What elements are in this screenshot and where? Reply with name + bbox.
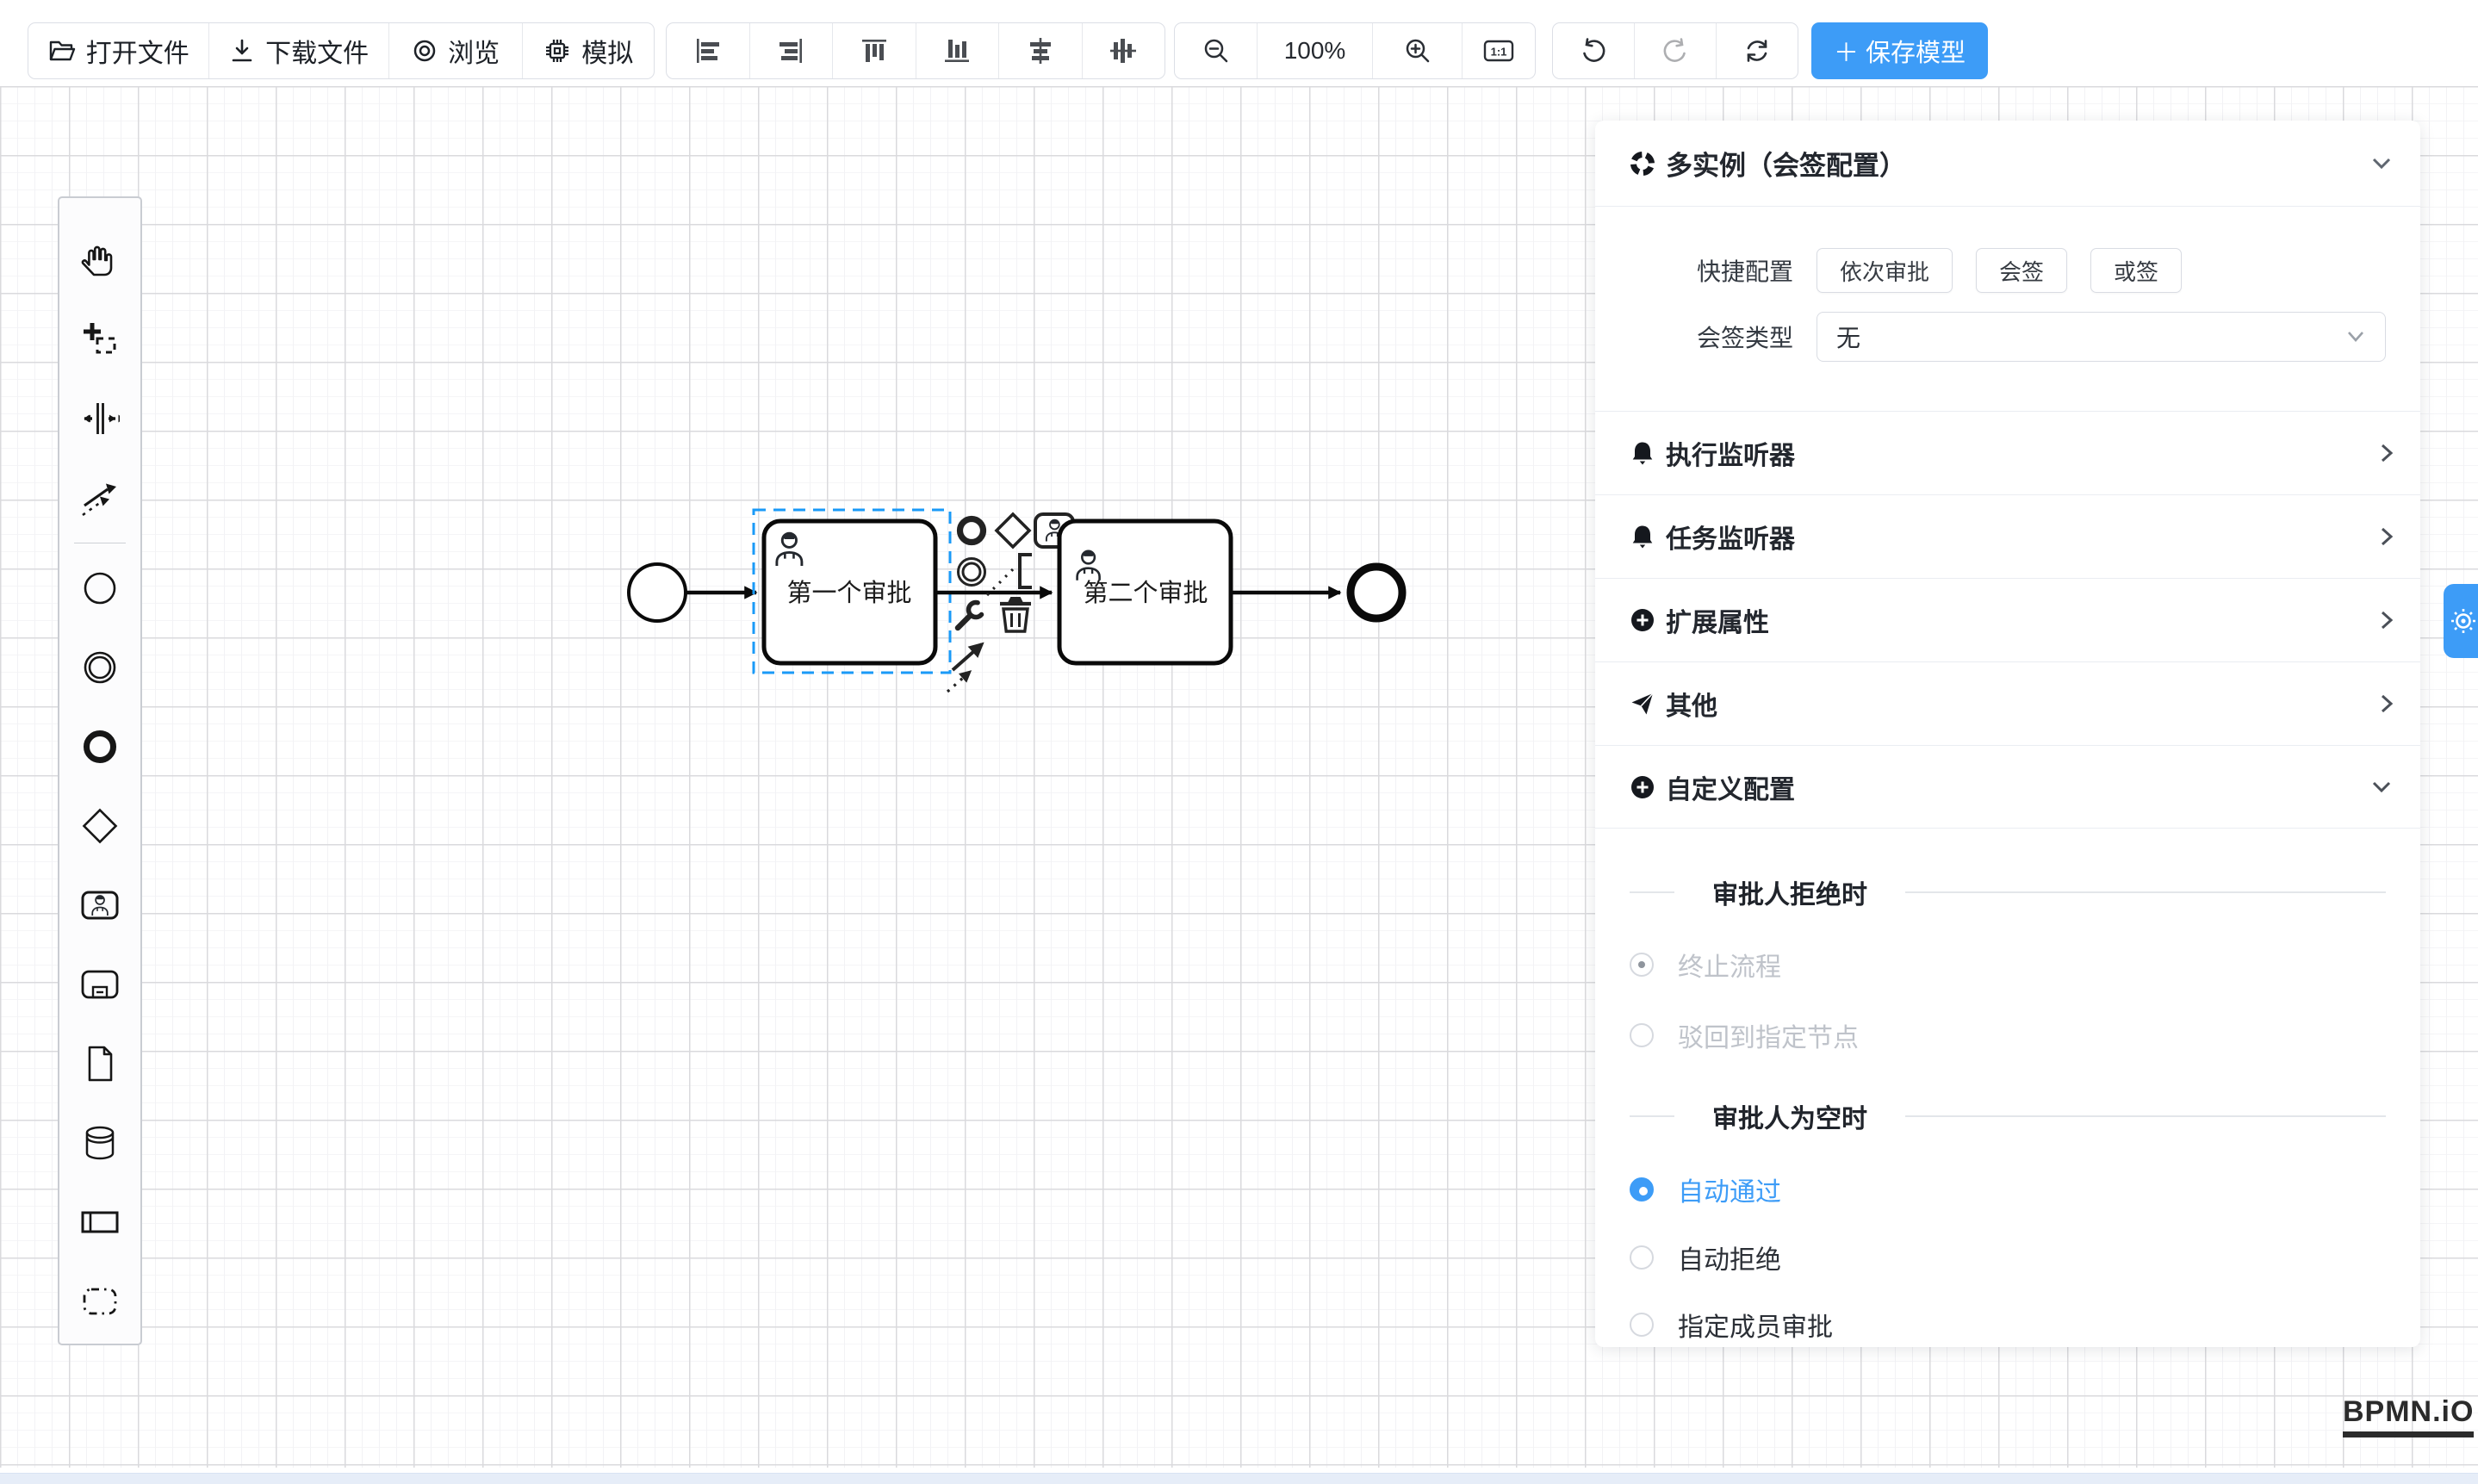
radio-icon	[1630, 1023, 1654, 1047]
radio-label: 驳回到指定节点	[1678, 1016, 1859, 1054]
trash-icon[interactable]	[1000, 598, 1031, 631]
append-gateway-icon[interactable]	[997, 514, 1029, 547]
sign-type-row: 会签类型 无	[1595, 312, 2420, 362]
wrench-icon[interactable]	[958, 599, 986, 628]
gear-icon	[2450, 608, 2476, 634]
section-label: 任务监听器	[1666, 518, 2379, 556]
radio-icon	[1630, 1177, 1654, 1201]
reject-group-title: 审批人拒绝时	[1630, 873, 2386, 911]
start-event-shape[interactable]	[629, 564, 686, 621]
radio-label: 自动通过	[1678, 1170, 1781, 1208]
chevron-right-icon	[2379, 524, 2394, 550]
quick-config-label: 快捷配置	[1595, 253, 1793, 288]
radio-return-to-node[interactable]: 驳回到指定节点	[1630, 1016, 1859, 1054]
panel-sections: 执行监听器 任务监听器 扩展属性 其他	[1595, 411, 2420, 829]
append-text-annotation-icon[interactable]	[987, 555, 1032, 595]
radio-auto-reject[interactable]: 自动拒绝	[1630, 1239, 1781, 1276]
send-icon	[1630, 691, 1655, 717]
quick-option-countersign[interactable]: 会签	[1976, 248, 2067, 293]
task-first-approval[interactable]: 第一个审批	[764, 521, 935, 663]
section-execution-listener[interactable]: 执行监听器	[1595, 411, 2420, 494]
radio-auto-pass[interactable]: 自动通过	[1630, 1170, 1781, 1208]
empty-group-title: 审批人为空时	[1630, 1097, 2386, 1135]
panel-title: 多实例（会签配置）	[1666, 144, 2369, 183]
task-second-approval-label: 第二个审批	[1083, 579, 1208, 607]
section-extended-properties[interactable]: 扩展属性	[1595, 578, 2420, 661]
bell-icon	[1630, 440, 1655, 466]
panel-toggle-tab[interactable]	[2444, 584, 2478, 658]
section-label: 其他	[1666, 685, 2379, 723]
append-intermediate-event-icon[interactable]	[959, 559, 985, 586]
context-pad	[947, 514, 1073, 692]
radio-icon	[1630, 1313, 1654, 1337]
chevron-right-icon	[2379, 691, 2394, 717]
chevron-down-icon	[2345, 330, 2366, 344]
section-label: 自定义配置	[1666, 768, 2369, 806]
sign-type-label: 会签类型	[1595, 320, 1793, 354]
multi-instance-icon	[1630, 151, 1655, 177]
radio-label: 自动拒绝	[1678, 1239, 1781, 1276]
append-end-event-icon[interactable]	[960, 519, 984, 543]
section-other[interactable]: 其他	[1595, 661, 2420, 745]
radio-assign-member[interactable]: 指定成员审批	[1630, 1306, 1833, 1344]
section-custom-config[interactable]: 自定义配置	[1595, 745, 2420, 829]
bpmn-modeler-app: { "toolbar": { "buttons": [ {"label": "打…	[0, 0, 2478, 1484]
radio-icon	[1630, 953, 1654, 977]
plus-circle-icon	[1630, 607, 1655, 633]
quick-option-orsign[interactable]: 或签	[2090, 248, 2182, 293]
radio-icon	[1630, 1245, 1654, 1270]
multi-instance-header[interactable]: 多实例（会签配置）	[1595, 121, 2420, 207]
chevron-down-icon	[2369, 779, 2394, 796]
radio-label: 指定成员审批	[1678, 1306, 1833, 1344]
bpmn-io-watermark[interactable]: BPMN.iO	[2343, 1395, 2474, 1437]
plus-circle-icon	[1630, 774, 1655, 800]
bell-icon	[1630, 524, 1655, 550]
radio-terminate-process[interactable]: 终止流程	[1630, 946, 1781, 984]
radio-label: 终止流程	[1678, 946, 1781, 984]
quick-option-sequential[interactable]: 依次审批	[1817, 248, 1953, 293]
sign-type-value: 无	[1836, 320, 2345, 354]
chevron-down-icon[interactable]	[2369, 155, 2394, 172]
task-second-approval[interactable]: 第二个审批	[1059, 521, 1231, 663]
section-label: 扩展属性	[1666, 601, 2379, 639]
chevron-right-icon	[2379, 607, 2394, 633]
section-task-listener[interactable]: 任务监听器	[1595, 494, 2420, 578]
sign-type-select[interactable]: 无	[1817, 312, 2386, 362]
section-label: 执行监听器	[1666, 434, 2379, 472]
connect-tool-icon[interactable]	[947, 644, 982, 692]
chevron-right-icon	[2379, 440, 2394, 466]
task-first-approval-label: 第一个审批	[786, 579, 911, 607]
end-event-shape[interactable]	[1351, 567, 1402, 618]
quick-config-row: 快捷配置 依次审批 会签 或签	[1595, 245, 2420, 296]
properties-panel: 多实例（会签配置） 快捷配置 依次审批 会签 或签 会签类型 无 执行监听器	[1595, 121, 2420, 1347]
